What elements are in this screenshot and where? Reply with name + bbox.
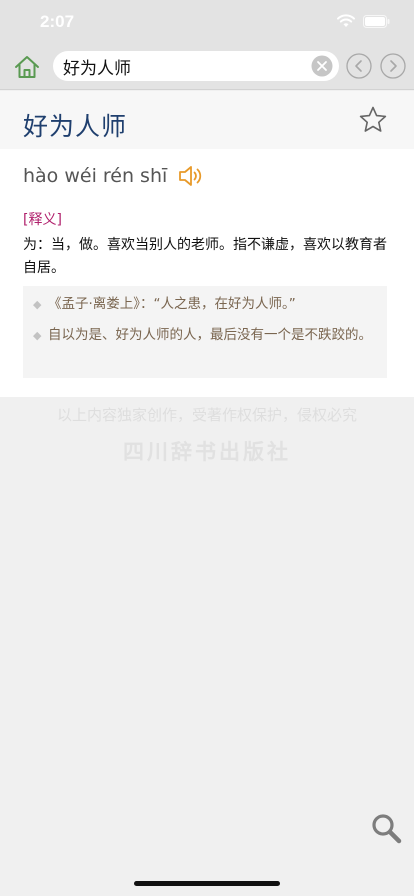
publisher-name: 四川辞书出版社: [123, 440, 291, 464]
quote-item: ◆ 《孟子·离娄上》：“人之患，在好为人师。”: [33, 294, 373, 315]
clear-button[interactable]: [311, 55, 333, 77]
forward-button[interactable]: [380, 53, 406, 79]
entry-content: 好为人师 hào wéi rén shī [释义] 为：当，做。喜欢当别人的老师…: [0, 91, 414, 397]
home-button[interactable]: [12, 52, 42, 82]
nav-bar: [0, 44, 414, 90]
search-icon: [372, 814, 402, 844]
section-label-definition: [释义]: [23, 212, 62, 228]
word-header: 好为人师: [0, 91, 414, 149]
star-icon: [359, 106, 387, 132]
quote-item: ◆ 自以为是、好为人师的人，最后没有一个是不跌跤的。: [33, 325, 373, 346]
status-time: 2:07: [40, 12, 75, 31]
quote-text: 《孟子·离娄上》：“人之患，在好为人师。”: [48, 296, 296, 312]
search-button[interactable]: [370, 812, 402, 844]
battery-icon: [363, 14, 390, 28]
search-box: [53, 51, 339, 81]
wifi-icon: [337, 14, 355, 27]
definition-text: 为：当，做。喜欢当别人的老师。指不谦虚，喜欢以教育者自居。: [23, 237, 387, 276]
copyright-notice: 以上内容独家创作，受著作权保护，侵权必究: [56, 406, 357, 424]
pinyin-row: hào wéi rén shī: [23, 163, 205, 189]
diamond-bullet-icon: ◆: [33, 298, 42, 311]
search-input[interactable]: [63, 51, 303, 81]
status-bar: 2:07: [0, 0, 414, 44]
home-icon: [15, 56, 39, 78]
word-title: 好为人师: [23, 112, 128, 141]
status-icons: [337, 14, 390, 28]
pronounce-button[interactable]: [177, 163, 205, 189]
quote-text: 自以为是、好为人师的人，最后没有一个是不跌跤的。: [48, 327, 372, 343]
back-button[interactable]: [346, 53, 372, 79]
favorite-button[interactable]: [358, 105, 388, 135]
home-indicator: [134, 881, 280, 886]
chevron-left-icon: [346, 53, 372, 79]
quote-box: ◆ 《孟子·离娄上》：“人之患，在好为人师。” ◆ 自以为是、好为人师的人，最后…: [23, 286, 387, 378]
pinyin: hào wéi rén shī: [23, 165, 168, 187]
chevron-right-icon: [380, 53, 406, 79]
diamond-bullet-icon: ◆: [33, 329, 42, 342]
clear-icon: [311, 55, 333, 77]
speaker-icon: [179, 166, 202, 186]
